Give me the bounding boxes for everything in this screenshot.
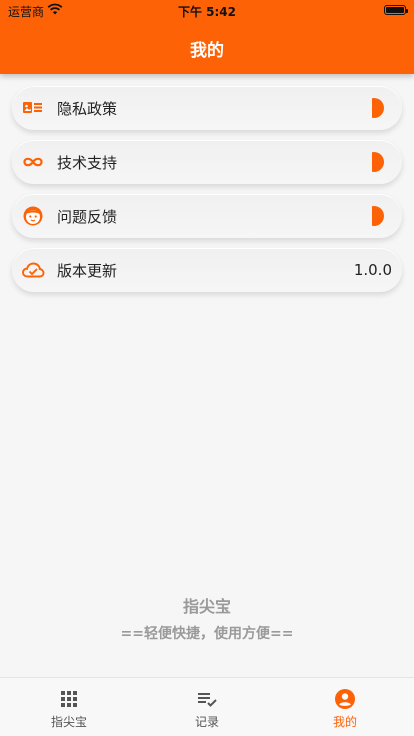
header: 运营商 下午 5:42 我的 — [0, 0, 414, 74]
menu-item-label: 版本更新 — [57, 262, 118, 280]
battery-icon — [384, 5, 408, 15]
status-bar: 运营商 下午 5:42 — [0, 0, 414, 22]
menu-item-label: 隐私政策 — [57, 100, 118, 118]
menu-item-feedback[interactable]: 问题反馈 — [12, 194, 402, 238]
app-name: 指尖宝 — [182, 597, 231, 616]
infinity-icon — [23, 157, 43, 167]
chevron-right-icon — [372, 206, 384, 226]
id-card-icon — [23, 102, 42, 113]
settings-menu: 隐私政策 技术支持 问题反馈 版本更新 1.0.0 — [12, 86, 402, 302]
app-tagline: ==轻便快捷，使用方便== — [120, 626, 294, 642]
chevron-right-icon — [372, 152, 384, 172]
grid-icon — [61, 691, 77, 707]
cloud-check-icon — [22, 262, 45, 278]
tab-label: 我的 — [332, 715, 357, 729]
tab-label: 记录 — [194, 715, 219, 729]
chevron-right-icon — [372, 98, 384, 118]
menu-item-label: 技术支持 — [57, 154, 118, 172]
menu-item-tech-support[interactable]: 技术支持 — [12, 140, 402, 184]
face-icon — [23, 206, 43, 226]
version-number: 1.0.0 — [353, 261, 392, 279]
tab-label: 指尖宝 — [50, 715, 87, 729]
tab-bar: 指尖宝 记录 我的 — [0, 677, 414, 736]
menu-item-version-update[interactable]: 版本更新 1.0.0 — [12, 248, 402, 292]
tab-home[interactable]: 指尖宝 — [0, 678, 138, 736]
list-check-icon — [198, 693, 217, 707]
menu-item-privacy-policy[interactable]: 隐私政策 — [12, 86, 402, 130]
tab-records[interactable]: 记录 — [138, 678, 276, 736]
app-slogan: 指尖宝 ==轻便快捷，使用方便== — [0, 593, 414, 643]
page-title: 我的 — [190, 41, 224, 61]
tab-me[interactable]: 我的 — [276, 678, 414, 736]
screen: 运营商 下午 5:42 我的 隐私政策 技术支持 问题反馈 版本更新 1.0.0… — [0, 0, 414, 736]
menu-item-label: 问题反馈 — [57, 208, 118, 226]
clock: 下午 5:42 — [177, 5, 237, 19]
person-circle-icon — [335, 689, 355, 709]
